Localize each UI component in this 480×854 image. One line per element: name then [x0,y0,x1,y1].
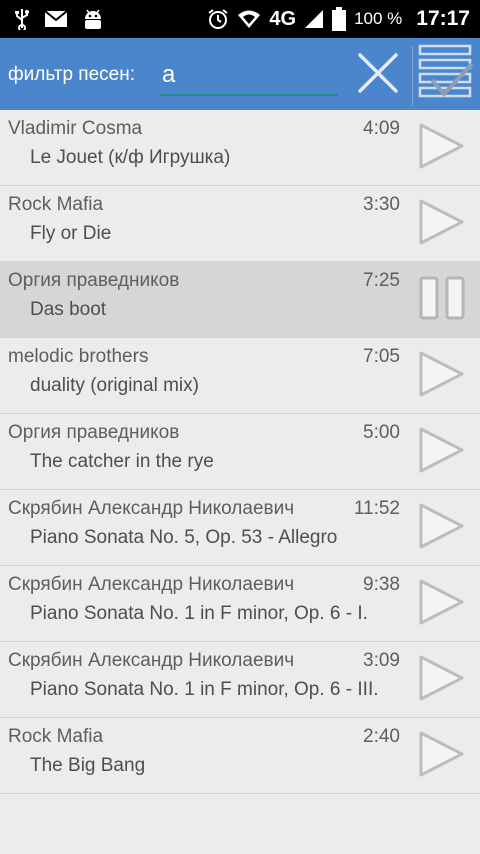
clock: 17:17 [416,7,470,30]
song-list: Vladimir Cosma 4:09 Le Jouet (к/ф Игрушка)… [0,110,480,794]
play-icon [418,730,466,783]
mail-icon [44,10,68,28]
song-duration: 7:25 [363,270,400,291]
song-duration: 3:30 [363,194,400,215]
alarm-icon [207,8,229,30]
pause-icon [418,275,466,326]
play-icon [418,654,466,707]
play-icon [418,350,466,403]
song-title: Fly or Die [30,223,112,244]
filter-label: фильтр песен: [8,64,135,85]
divider [412,46,413,106]
song-duration: 3:09 [363,650,400,671]
song-row[interactable]: Оргия праведников 5:00 The catcher in the … [0,414,480,490]
song-artist: Скрябин Александр Николаевич [8,650,295,671]
play-icon [418,578,466,631]
network-type: 4G [269,7,297,30]
song-title: The Big Bang [30,755,146,776]
song-duration: 4:09 [363,118,400,139]
play-icon [418,122,466,175]
play-button[interactable] [414,350,470,402]
song-artist: Скрябин Александр Николаевич [8,574,295,595]
play-icon [418,502,466,555]
close-icon [357,52,399,99]
song-row[interactable]: Скрябин Александр Николаевич 9:38 Piano So… [0,566,480,642]
signal-icon [304,9,324,29]
song-title: Piano Sonata No. 1 in F minor, Op. 6 - I… [30,679,379,700]
play-button[interactable] [414,654,470,706]
song-artist: Vladimir Cosma [8,118,143,139]
filter-input[interactable] [160,56,338,96]
battery-icon [332,7,347,31]
android-icon [82,8,104,30]
usb-icon [14,8,30,30]
song-artist: Rock Mafia [8,194,104,215]
song-duration: 11:52 [353,498,400,519]
song-title: Piano Sonata No. 1 in F minor, Op. 6 - I… [30,603,368,624]
song-artist: Скрябин Александр Николаевич [8,498,295,519]
song-row[interactable]: Rock Mafia 3:30 Fly or Die [0,186,480,262]
song-duration: 9:38 [363,574,400,595]
battery-level: 100 % [354,9,403,28]
play-icon [418,426,466,479]
play-button[interactable] [414,426,470,478]
status-bar: 4G 100 % 17:17 [0,0,480,38]
song-artist: melodic brothers [8,346,149,367]
song-title: Piano Sonata No. 5, Op. 53 - Allegro [30,527,338,548]
clear-filter-button[interactable] [352,50,404,100]
song-title: Le Jouet (к/ф Игрушка) [30,147,231,168]
song-title: The catcher in the rye [30,451,214,472]
song-row[interactable]: Скрябин Александр Николаевич 11:52 Piano S… [0,490,480,566]
play-button[interactable] [414,198,470,250]
song-artist: Оргия праведников [8,270,180,291]
checklist-icon [418,42,474,107]
song-duration: 5:00 [363,422,400,443]
play-button[interactable] [414,502,470,554]
song-title: duality (original mix) [30,375,199,396]
play-button[interactable] [414,730,470,782]
song-duration: 2:40 [363,726,400,747]
song-artist: Оргия праведников [8,422,180,443]
song-duration: 7:05 [363,346,400,367]
song-artist: Rock Mafia [8,726,104,747]
wifi-icon [237,9,261,29]
song-row[interactable]: Rock Mafia 2:40 The Big Bang [0,718,480,794]
song-row[interactable]: melodic brothers 7:05 duality (original mi… [0,338,480,414]
song-title: Das boot [30,299,107,320]
select-list-button[interactable] [416,42,476,106]
song-row[interactable]: Vladimir Cosma 4:09 Le Jouet (к/ф Игрушка) [0,110,480,186]
play-icon [418,198,466,251]
filter-bar: фильтр песен: [0,38,480,110]
play-button[interactable] [414,578,470,630]
song-row[interactable]: Оргия праведников 7:25 Das boot [0,262,480,338]
song-row[interactable]: Скрябин Александр Николаевич 3:09 Piano So… [0,642,480,718]
pause-button[interactable] [414,274,470,326]
play-button[interactable] [414,122,470,174]
